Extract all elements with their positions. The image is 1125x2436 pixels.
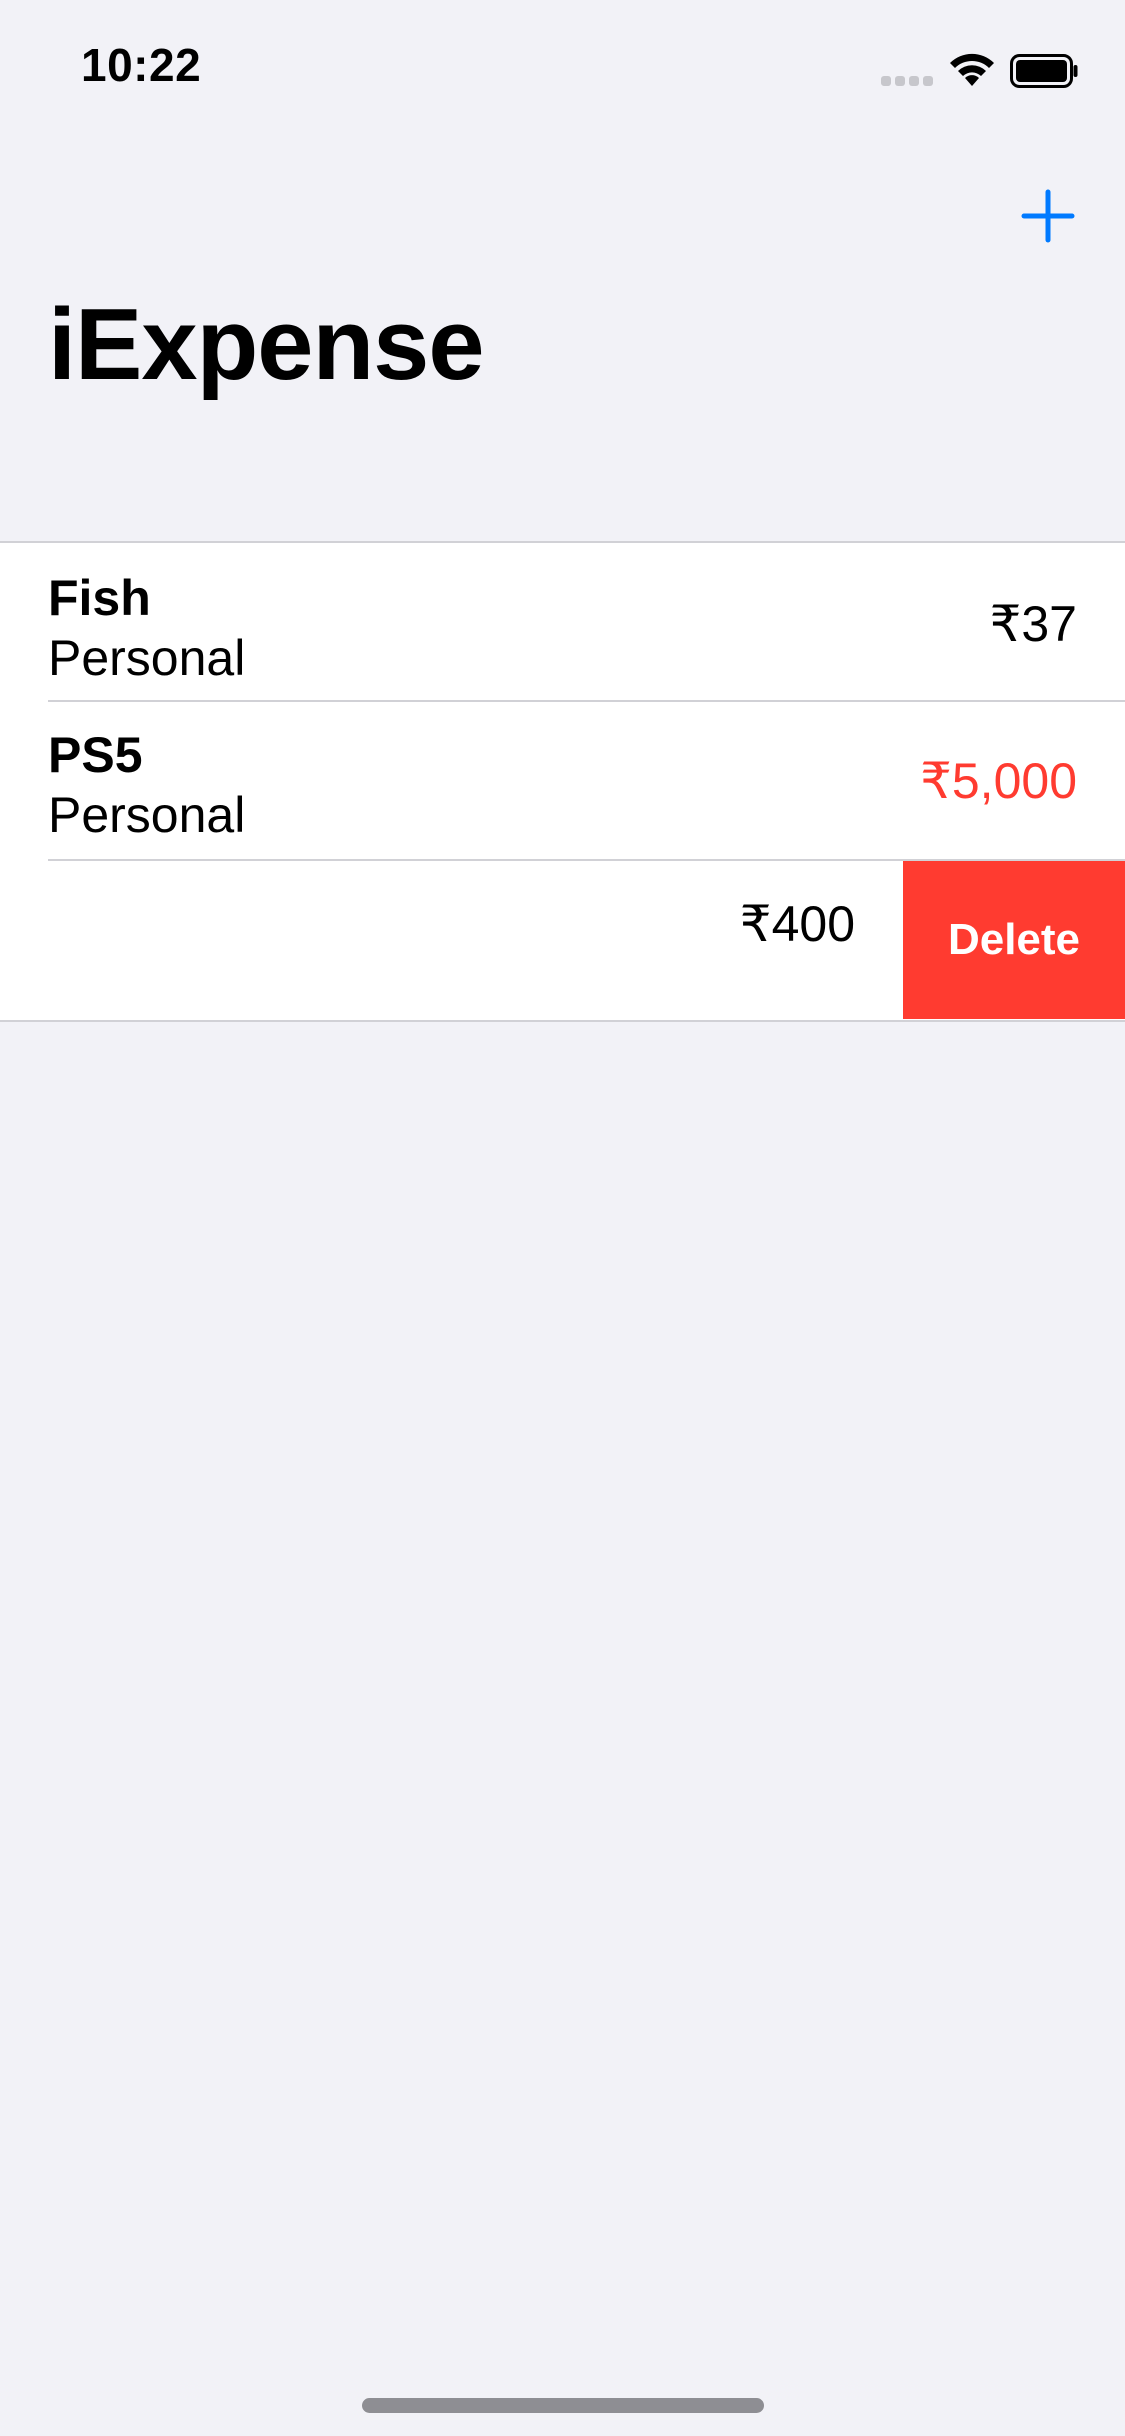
expense-type: Personal [48, 787, 246, 843]
battery-icon [1010, 54, 1078, 88]
page-title: iExpense [48, 289, 485, 401]
expense-amount: ₹37 [989, 596, 1077, 652]
expense-name: PS5 [48, 727, 143, 783]
expense-amount: ₹5,000 [920, 753, 1077, 809]
list-item-swiped[interactable]: ss ₹400 Delete [0, 861, 1125, 1019]
plus-icon[interactable] [1020, 188, 1076, 244]
expense-amount: ₹400 [739, 896, 855, 952]
list-item[interactable]: PS5 Personal ₹5,000 [0, 702, 1125, 860]
status-time: 10:22 [81, 39, 202, 91]
expense-type: Personal [48, 630, 246, 686]
swiped-row-content: ss ₹400 [0, 861, 903, 1019]
expense-list: Fish Personal ₹37 PS5 Personal ₹5,000 ss… [0, 541, 1125, 1022]
list-item[interactable]: Fish Personal ₹37 [0, 543, 1125, 701]
wifi-icon [950, 53, 994, 86]
delete-button[interactable]: Delete [903, 861, 1125, 1019]
expense-name: Fish [48, 570, 151, 626]
cellular-signal-icon [881, 76, 933, 86]
home-indicator[interactable] [362, 2398, 764, 2413]
